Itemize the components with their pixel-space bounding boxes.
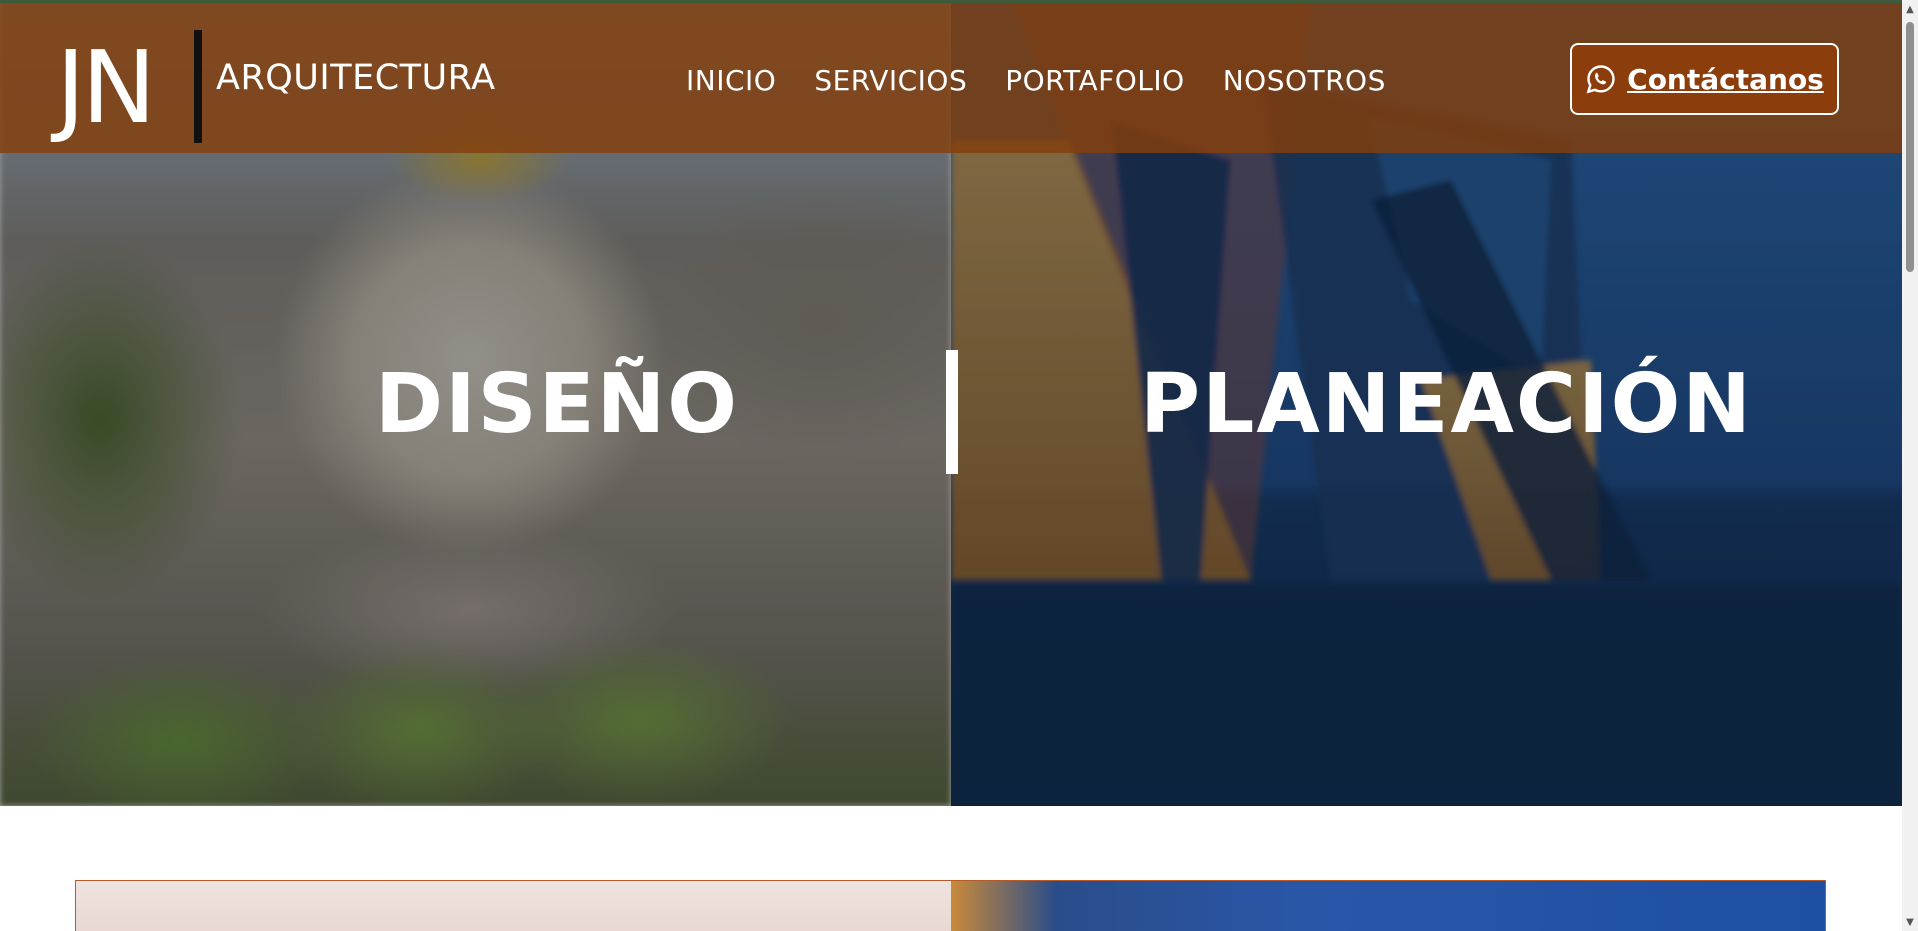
- brand-name: ARQUITECTURA: [216, 58, 496, 98]
- logo-mark: JN: [56, 29, 156, 146]
- gallery-strip: [75, 880, 1826, 931]
- nav-item-inicio[interactable]: INICIO: [686, 63, 776, 99]
- top-accent-line: [0, 0, 1902, 3]
- scroll-down-icon[interactable]: ▼: [1902, 913, 1918, 931]
- contact-button[interactable]: Contáctanos: [1570, 43, 1839, 115]
- nav-item-portafolio[interactable]: PORTAFOLIO: [1005, 63, 1184, 99]
- vertical-scrollbar[interactable]: ▲ ▼: [1902, 0, 1918, 931]
- logo-divider: [194, 30, 202, 143]
- scrollbar-thumb[interactable]: [1906, 22, 1914, 272]
- hero-divider: [946, 350, 958, 474]
- contact-button-label: Contáctanos: [1627, 62, 1824, 96]
- whatsapp-icon: [1586, 65, 1615, 94]
- hero-word-planning: PLANEACIÓN: [1140, 357, 1753, 452]
- main-nav: INICIO SERVICIOS PORTAFOLIO NOSOTROS: [686, 63, 1386, 99]
- hero-word-design: DISEÑO: [375, 357, 739, 452]
- site-header: JN ARQUITECTURA INICIO SERVICIOS PORTAFO…: [0, 3, 1902, 153]
- nav-item-servicios[interactable]: SERVICIOS: [814, 63, 967, 99]
- nav-item-nosotros[interactable]: NOSOTROS: [1223, 63, 1386, 99]
- page: DISEÑO PLANEACIÓN JN ARQUITECTURA INICIO…: [0, 0, 1918, 931]
- gallery-image-right[interactable]: [951, 881, 1825, 931]
- gallery-image-left[interactable]: [76, 881, 951, 931]
- scroll-up-icon[interactable]: ▲: [1902, 0, 1918, 18]
